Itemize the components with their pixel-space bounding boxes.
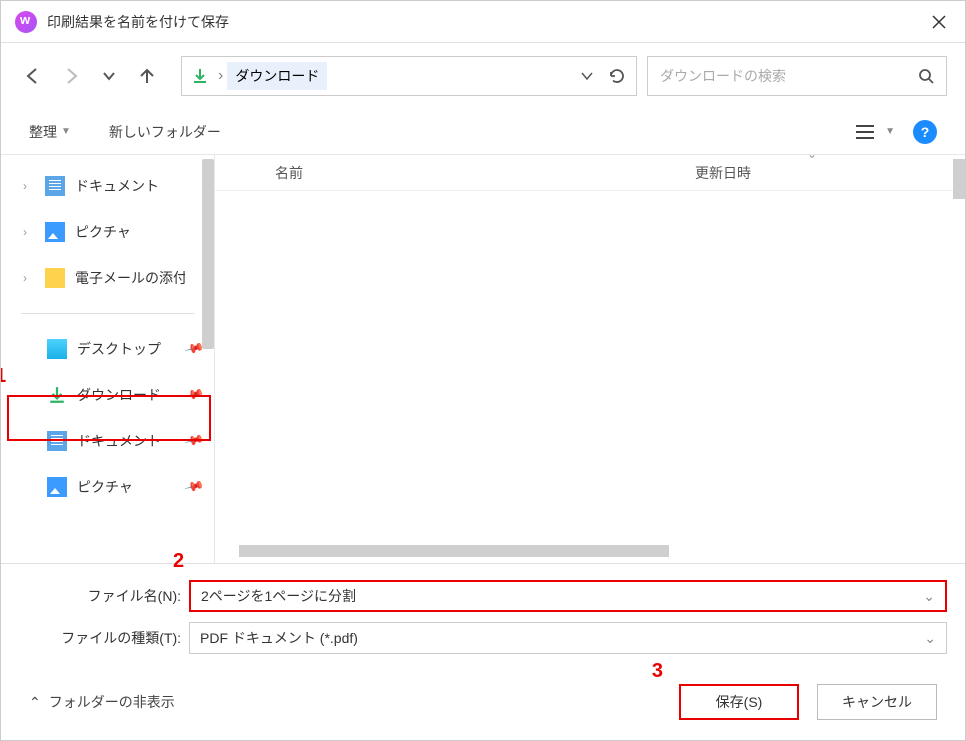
sidebar-item-documents-pinned[interactable]: ドキュメント 📌 bbox=[1, 418, 214, 464]
pin-icon: 📌 bbox=[183, 430, 205, 452]
picture-icon bbox=[47, 477, 67, 497]
breadcrumb-current[interactable]: ダウンロード bbox=[227, 62, 327, 90]
sidebar-item-desktop[interactable]: デスクトップ 📌 bbox=[1, 326, 214, 372]
app-icon bbox=[15, 11, 37, 33]
search-box[interactable] bbox=[647, 56, 947, 96]
title-bar: 印刷結果を名前を付けて保存 bbox=[1, 1, 965, 43]
list-hscrollbar[interactable] bbox=[239, 545, 669, 557]
filetype-value: PDF ドキュメント (*.pdf) bbox=[200, 628, 358, 648]
download-icon bbox=[47, 385, 67, 405]
file-list: 名前 更新日時 ⌄ bbox=[215, 155, 965, 563]
breadcrumb-sep: › bbox=[218, 67, 223, 85]
recent-dropdown[interactable] bbox=[95, 62, 123, 90]
picture-icon bbox=[45, 222, 65, 242]
list-header: 名前 更新日時 ⌄ bbox=[215, 155, 965, 191]
search-icon[interactable] bbox=[918, 68, 934, 84]
pin-icon: 📌 bbox=[183, 476, 205, 498]
window-title: 印刷結果を名前を付けて保存 bbox=[47, 12, 927, 32]
chevron-down-icon[interactable]: ⌄ bbox=[924, 630, 936, 647]
chevron-icon: › bbox=[23, 225, 33, 239]
sidebar-item-documents[interactable]: › ドキュメント bbox=[1, 163, 214, 209]
sidebar-item-pictures[interactable]: › ピクチャ bbox=[1, 209, 214, 255]
chevron-down-icon[interactable]: ⌄ bbox=[923, 588, 935, 605]
sidebar-item-label: 電子メールの添付 bbox=[75, 268, 185, 288]
sidebar-item-label: ピクチャ bbox=[77, 477, 133, 497]
sidebar-item-label: ドキュメント bbox=[77, 431, 161, 451]
sidebar-item-label: ドキュメント bbox=[75, 176, 159, 196]
filetype-label: ファイルの種類(T): bbox=[19, 628, 189, 648]
help-button[interactable]: ? bbox=[913, 120, 937, 144]
up-button[interactable] bbox=[133, 62, 161, 90]
cancel-button[interactable]: キャンセル bbox=[817, 684, 937, 720]
column-name[interactable]: 名前 bbox=[215, 163, 303, 183]
sidebar-scrollbar[interactable] bbox=[202, 159, 214, 349]
sidebar-item-label: ピクチャ bbox=[75, 222, 131, 242]
nav-toolbar: › ダウンロード bbox=[1, 43, 965, 109]
sidebar-item-label: デスクトップ bbox=[77, 339, 161, 359]
sort-indicator: ⌄ bbox=[807, 155, 817, 161]
desktop-icon bbox=[47, 339, 67, 359]
download-icon bbox=[192, 68, 208, 84]
search-input[interactable] bbox=[660, 68, 918, 84]
refresh-button[interactable] bbox=[608, 67, 626, 85]
pin-icon: 📌 bbox=[183, 384, 205, 406]
filetype-row: ファイルの種類(T): PDF ドキュメント (*.pdf) ⌄ bbox=[19, 622, 947, 654]
chevron-icon: › bbox=[23, 271, 33, 285]
sub-toolbar: 整理 ▼ 新しいフォルダー ▼ ? bbox=[1, 109, 965, 155]
sidebar-divider bbox=[21, 313, 194, 314]
column-date[interactable]: 更新日時 bbox=[695, 163, 751, 183]
filename-input[interactable]: 2ページを1ページに分割 ⌄ bbox=[189, 580, 947, 612]
sidebar-item-label: ダウンロード bbox=[77, 385, 161, 405]
filetype-select[interactable]: PDF ドキュメント (*.pdf) ⌄ bbox=[189, 622, 947, 654]
chevron-icon: › bbox=[23, 179, 33, 193]
chevron-up-icon: ⌃ bbox=[29, 694, 41, 711]
back-button[interactable] bbox=[19, 62, 47, 90]
bottom-section: 2 ファイル名(N): 2ページを1ページに分割 ⌄ ファイルの種類(T): P… bbox=[1, 563, 965, 664]
sidebar: › ドキュメント › ピクチャ › 電子メールの添付 デスクトップ 📌 ダウンロ… bbox=[1, 155, 215, 563]
filename-row: ファイル名(N): 2ページを1ページに分割 ⌄ bbox=[19, 580, 947, 612]
sidebar-item-email[interactable]: › 電子メールの添付 bbox=[1, 255, 214, 301]
new-folder-button[interactable]: 新しいフォルダー bbox=[109, 122, 221, 142]
save-button[interactable]: 保存(S) bbox=[679, 684, 799, 720]
sidebar-item-pictures-pinned[interactable]: ピクチャ 📌 bbox=[1, 464, 214, 510]
list-vscrollbar[interactable] bbox=[953, 159, 965, 199]
view-mode-button[interactable]: ▼ bbox=[855, 124, 895, 140]
document-icon bbox=[45, 176, 65, 196]
sidebar-item-downloads[interactable]: ダウンロード 📌 bbox=[1, 372, 214, 418]
document-icon bbox=[47, 431, 67, 451]
filename-value: 2ページを1ページに分割 bbox=[201, 586, 356, 606]
close-button[interactable] bbox=[927, 14, 951, 30]
hide-folders-button[interactable]: ⌃ フォルダーの非表示 bbox=[29, 692, 175, 712]
organize-button[interactable]: 整理 ▼ bbox=[29, 122, 71, 142]
folder-icon bbox=[45, 268, 65, 288]
address-expand[interactable] bbox=[580, 69, 594, 83]
main-area: › ドキュメント › ピクチャ › 電子メールの添付 デスクトップ 📌 ダウンロ… bbox=[1, 155, 965, 563]
filename-label: ファイル名(N): bbox=[19, 586, 189, 606]
forward-button[interactable] bbox=[57, 62, 85, 90]
address-bar[interactable]: › ダウンロード bbox=[181, 56, 637, 96]
annotation-3: 3 bbox=[652, 660, 663, 683]
footer: ⌃ フォルダーの非表示 3 保存(S) キャンセル bbox=[1, 664, 965, 740]
